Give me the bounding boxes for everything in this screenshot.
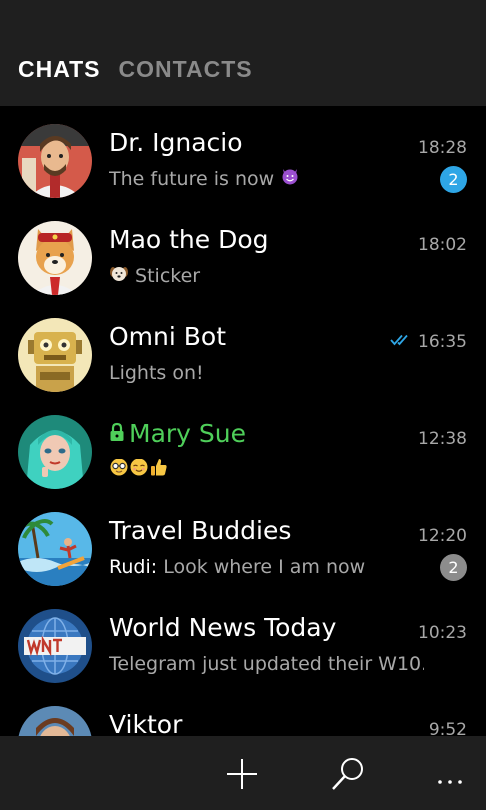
chat-time-text: 16:35: [418, 332, 467, 352]
chat-row-world-news-today[interactable]: World News Today Telegram just updated t…: [0, 591, 486, 688]
new-chat-button[interactable]: [222, 754, 262, 794]
chat-time: 16:35: [390, 332, 467, 352]
more-button[interactable]: [430, 754, 470, 794]
plus-icon: [227, 759, 257, 789]
chat-row-omni-bot[interactable]: Omni Bot Lights on! 16:35: [0, 300, 486, 397]
avatar-image: [18, 706, 92, 736]
avatar: [18, 124, 92, 198]
chat-name: Travel Buddies: [109, 516, 292, 545]
tab-bar: CHATS CONTACTS: [18, 56, 253, 83]
unread-badge: 2: [440, 166, 467, 193]
tab-chats[interactable]: CHATS: [18, 56, 101, 83]
search-icon: [332, 758, 363, 790]
chat-list: Dr. Ignacio The future is now 18:28 2 Ma…: [0, 106, 486, 736]
chat-time: 12:38: [418, 429, 467, 449]
chat-name: Dr. Ignacio: [109, 128, 243, 157]
chat-row-viktor[interactable]: Viktor 9:52: [0, 688, 486, 736]
chat-row-travel-buddies[interactable]: Travel Buddies Rudi: Look where I am now…: [0, 494, 486, 591]
relieved-face-emoji-icon: [129, 459, 149, 482]
tab-contacts[interactable]: CONTACTS: [119, 56, 253, 83]
chat-name: Mao the Dog: [109, 225, 269, 254]
thumbs-up-emoji-icon: [149, 459, 169, 482]
avatar: [18, 609, 92, 683]
chat-time: 12:20: [418, 526, 467, 546]
preview-sender: Rudi:: [109, 556, 158, 578]
avatar-image: [18, 221, 92, 295]
chat-preview: Lights on!: [109, 362, 204, 384]
chat-preview: The future is now: [109, 168, 424, 191]
chat-row-mao-the-dog[interactable]: Mao the Dog Sticker 18:02: [0, 203, 486, 300]
avatar-image: [18, 318, 92, 392]
chat-time: 10:23: [418, 623, 467, 643]
chat-preview: [109, 459, 424, 482]
search-button[interactable]: [328, 754, 368, 794]
chat-time: 9:52: [428, 720, 467, 736]
avatar-image: [18, 124, 92, 198]
dog-face-emoji-icon: [109, 265, 129, 288]
avatar: [18, 318, 92, 392]
avatar-image: [18, 415, 92, 489]
lock-icon: [109, 419, 125, 448]
chat-preview: Sticker: [109, 265, 424, 288]
chat-time: 18:28: [418, 138, 467, 158]
chat-time: 18:02: [418, 235, 467, 255]
more-icon: [438, 780, 462, 784]
preview-text: Sticker: [135, 265, 201, 287]
smiling-devil-emoji-icon: [280, 168, 300, 191]
preview-text: The future is now: [109, 168, 275, 190]
avatar: [18, 706, 92, 736]
chat-row-dr-ignacio[interactable]: Dr. Ignacio The future is now 18:28 2: [0, 106, 486, 203]
nerd-face-emoji-icon: [109, 459, 129, 482]
chat-name: Omni Bot: [109, 322, 227, 351]
preview-text: Look where I am now: [163, 556, 366, 578]
avatar: [18, 415, 92, 489]
app-bar: [0, 736, 486, 810]
avatar: [18, 512, 92, 586]
chat-preview: Telegram just updated their W10...: [109, 653, 424, 675]
unread-badge: 2: [440, 554, 467, 581]
header: CHATS CONTACTS: [0, 0, 486, 106]
chat-name: Mary Sue: [109, 419, 246, 448]
chat-name-text: Mary Sue: [129, 419, 247, 448]
avatar: [18, 221, 92, 295]
chat-preview: Rudi: Look where I am now: [109, 556, 424, 578]
double-check-icon: [390, 331, 412, 351]
chat-name: Viktor: [109, 710, 183, 736]
avatar-image: [18, 609, 92, 683]
avatar-image: [18, 512, 92, 586]
chat-name: World News Today: [109, 613, 337, 642]
chat-row-mary-sue[interactable]: Mary Sue 12:38: [0, 397, 486, 494]
